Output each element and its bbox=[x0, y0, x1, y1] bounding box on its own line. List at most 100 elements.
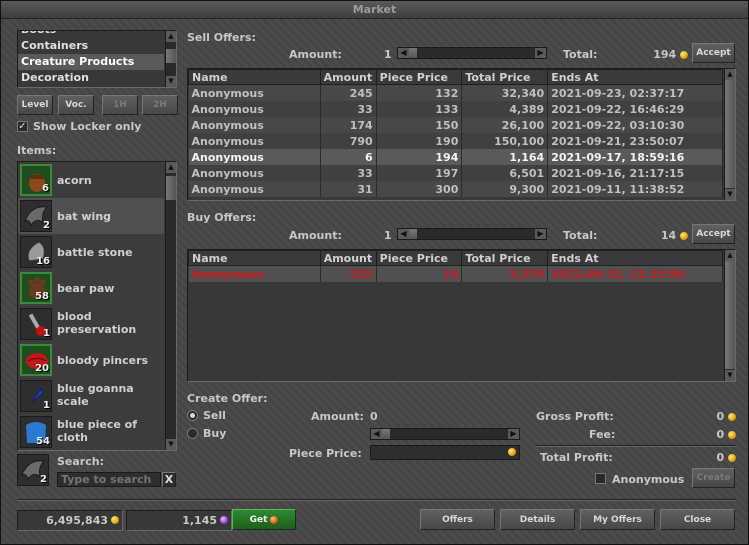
create-offer-button[interactable]: Create bbox=[692, 468, 735, 488]
slider-right-arrow-icon[interactable]: ▶ bbox=[535, 229, 546, 239]
sell-offers-table[interactable]: Name Amount Piece Price Total Price Ends At … bbox=[187, 68, 736, 201]
vocation-filter-button[interactable]: Voc. bbox=[58, 95, 94, 115]
slider-knob[interactable] bbox=[382, 429, 390, 439]
show-locker-label: Show Locker only bbox=[33, 120, 142, 133]
show-locker-checkbox[interactable]: ✓ bbox=[17, 121, 28, 132]
item-row[interactable]: 1 blue goanna scale bbox=[18, 378, 164, 414]
offers-button[interactable]: Offers bbox=[420, 509, 495, 530]
column-header-amount[interactable]: Amount bbox=[319, 69, 377, 85]
item-row[interactable]: 16 battle stone bbox=[18, 234, 164, 270]
items-list[interactable]: 6 acorn 2 bat wing 16 battle stone 58 bear paw 1… bbox=[17, 161, 177, 451]
gross-profit-label: Gross Profit: bbox=[536, 410, 614, 423]
buy-accept-button[interactable]: Accept bbox=[692, 224, 735, 244]
buy-radio[interactable] bbox=[187, 428, 198, 439]
offer-row[interactable]: Anonymous 790 190 150,100 2021-09-21, 23:50:… bbox=[188, 133, 723, 149]
offer-row[interactable]: Anonymous 255 14 3,570 2021-09-15, 11:33:50 bbox=[188, 265, 723, 282]
column-header-name[interactable]: Name bbox=[188, 250, 321, 266]
buy-amount-slider[interactable]: ◀ ▶ bbox=[397, 228, 547, 240]
scroll-down-arrow-icon[interactable]: ▼ bbox=[166, 439, 176, 450]
sell-offers-grid[interactable]: Name Amount Piece Price Total Price Ends At … bbox=[188, 69, 723, 197]
slider-knob[interactable] bbox=[409, 229, 417, 239]
buy-offers-table[interactable]: Name Amount Piece Price Total Price Ends At … bbox=[187, 249, 736, 382]
scroll-up-arrow-icon[interactable]: ▲ bbox=[166, 162, 176, 173]
category-list[interactable]: BootsContainersCreature ProductsDecorati… bbox=[17, 30, 177, 88]
slider-left-arrow-icon[interactable]: ◀ bbox=[398, 48, 409, 58]
two-hand-filter-button[interactable]: 2H bbox=[142, 95, 178, 115]
level-filter-button[interactable]: Level bbox=[17, 95, 53, 115]
scroll-up-arrow-icon[interactable]: ▲ bbox=[166, 31, 176, 42]
offer-row[interactable]: Anonymous 6 194 1,164 2021-09-17, 18:59:16 bbox=[188, 149, 723, 165]
scroll-up-arrow-icon[interactable]: ▲ bbox=[725, 69, 735, 80]
scroll-up-arrow-icon[interactable]: ▲ bbox=[725, 250, 735, 261]
scroll-down-arrow-icon[interactable]: ▼ bbox=[725, 189, 735, 200]
column-header-piece-price[interactable]: Piece Price bbox=[375, 250, 463, 266]
offer-name-cell: Anonymous bbox=[188, 165, 321, 181]
details-button[interactable]: Details bbox=[500, 509, 575, 530]
item-row[interactable]: 54 blue piece of cloth bbox=[18, 414, 164, 450]
item-name: blue piece of cloth bbox=[57, 418, 138, 444]
get-coins-button[interactable]: Get bbox=[232, 509, 296, 530]
buy-radio-label: Buy bbox=[203, 427, 227, 440]
item-row[interactable]: 58 bear paw bbox=[18, 270, 164, 306]
item-row[interactable]: 2 bat wing bbox=[18, 198, 164, 234]
close-button[interactable]: Close bbox=[660, 509, 735, 530]
sell-offers-scrollbar[interactable]: ▲ ▼ bbox=[724, 69, 735, 200]
column-header-piece-price[interactable]: Piece Price bbox=[375, 69, 463, 85]
column-header-total-price[interactable]: Total Price bbox=[461, 69, 549, 85]
clear-search-button[interactable]: X bbox=[162, 472, 176, 487]
gold-coin-icon bbox=[680, 51, 688, 59]
selected-item-count: 2 bbox=[40, 474, 47, 485]
items-scrollbar[interactable]: ▲ ▼ bbox=[165, 162, 176, 450]
offer-piece-cell: 300 bbox=[376, 181, 463, 197]
buy-offers-grid[interactable]: Name Amount Piece Price Total Price Ends At … bbox=[188, 250, 723, 282]
piece-price-input[interactable] bbox=[370, 445, 520, 460]
item-row[interactable]: 20 bloody pincers bbox=[18, 342, 164, 378]
slider-left-arrow-icon[interactable]: ◀ bbox=[398, 229, 409, 239]
column-header-amount[interactable]: Amount bbox=[319, 250, 377, 266]
tibia-coin-icon bbox=[220, 516, 228, 524]
slider-left-arrow-icon[interactable]: ◀ bbox=[371, 429, 382, 439]
column-header-name[interactable]: Name bbox=[188, 69, 321, 85]
sell-radio[interactable] bbox=[187, 410, 198, 421]
category-item[interactable]: Creature Products bbox=[18, 54, 164, 70]
category-scrollbar[interactable]: ▲ ▼ bbox=[165, 31, 176, 87]
offer-piece-cell: 133 bbox=[376, 101, 463, 117]
sell-amount-slider[interactable]: ◀ ▶ bbox=[397, 47, 547, 59]
scroll-down-arrow-icon[interactable]: ▼ bbox=[166, 76, 176, 87]
scroll-down-arrow-icon[interactable]: ▼ bbox=[725, 370, 735, 381]
one-hand-filter-button[interactable]: 1H bbox=[102, 95, 138, 115]
category-item[interactable]: Decoration bbox=[18, 70, 164, 86]
store-coin-icon bbox=[270, 515, 279, 524]
search-input[interactable] bbox=[57, 472, 161, 487]
item-name: battle stone bbox=[57, 246, 133, 259]
create-amount-slider[interactable]: ◀ ▶ bbox=[370, 428, 520, 440]
offer-row[interactable]: Anonymous 245 132 32,340 2021-09-23, 02:37:1… bbox=[188, 84, 723, 101]
column-header-ends-at[interactable]: Ends At bbox=[547, 250, 723, 266]
gold-balance-value: 6,495,843 bbox=[46, 514, 108, 527]
offer-row[interactable]: Anonymous 33 197 6,501 2021-09-16, 21:17:15 bbox=[188, 165, 723, 181]
item-row[interactable]: 1 blood preservation bbox=[18, 306, 164, 342]
offer-row[interactable]: Anonymous 174 150 26,100 2021-09-22, 03:10:3… bbox=[188, 117, 723, 133]
my-offers-button[interactable]: My Offers bbox=[580, 509, 655, 530]
slider-right-arrow-icon[interactable]: ▶ bbox=[508, 429, 519, 439]
offer-row[interactable]: Anonymous 31 300 9,300 2021-09-11, 11:38:52 bbox=[188, 181, 723, 197]
slider-knob[interactable] bbox=[409, 48, 417, 58]
scroll-knob[interactable] bbox=[166, 49, 176, 63]
scroll-knob[interactable] bbox=[725, 80, 735, 188]
sell-accept-button[interactable]: Accept bbox=[692, 43, 735, 63]
category-item[interactable]: Containers bbox=[18, 38, 164, 54]
column-header-ends-at[interactable]: Ends At bbox=[547, 69, 723, 85]
scroll-knob[interactable] bbox=[725, 261, 735, 369]
gross-profit-value: 0 bbox=[691, 410, 736, 423]
window-title: Market bbox=[1, 1, 748, 19]
category-item[interactable]: Boots bbox=[18, 31, 164, 38]
anonymous-checkbox[interactable] bbox=[595, 473, 606, 484]
sell-total-value: 194 bbox=[641, 48, 688, 61]
column-header-total-price[interactable]: Total Price bbox=[461, 250, 549, 266]
item-row[interactable]: 6 acorn bbox=[18, 162, 164, 198]
offer-row[interactable]: Anonymous 33 133 4,389 2021-09-22, 16:46:29 bbox=[188, 101, 723, 117]
scroll-knob[interactable] bbox=[166, 176, 176, 200]
item-slot: 2 bbox=[20, 200, 52, 232]
buy-offers-scrollbar[interactable]: ▲ ▼ bbox=[724, 250, 735, 381]
slider-right-arrow-icon[interactable]: ▶ bbox=[535, 48, 546, 58]
